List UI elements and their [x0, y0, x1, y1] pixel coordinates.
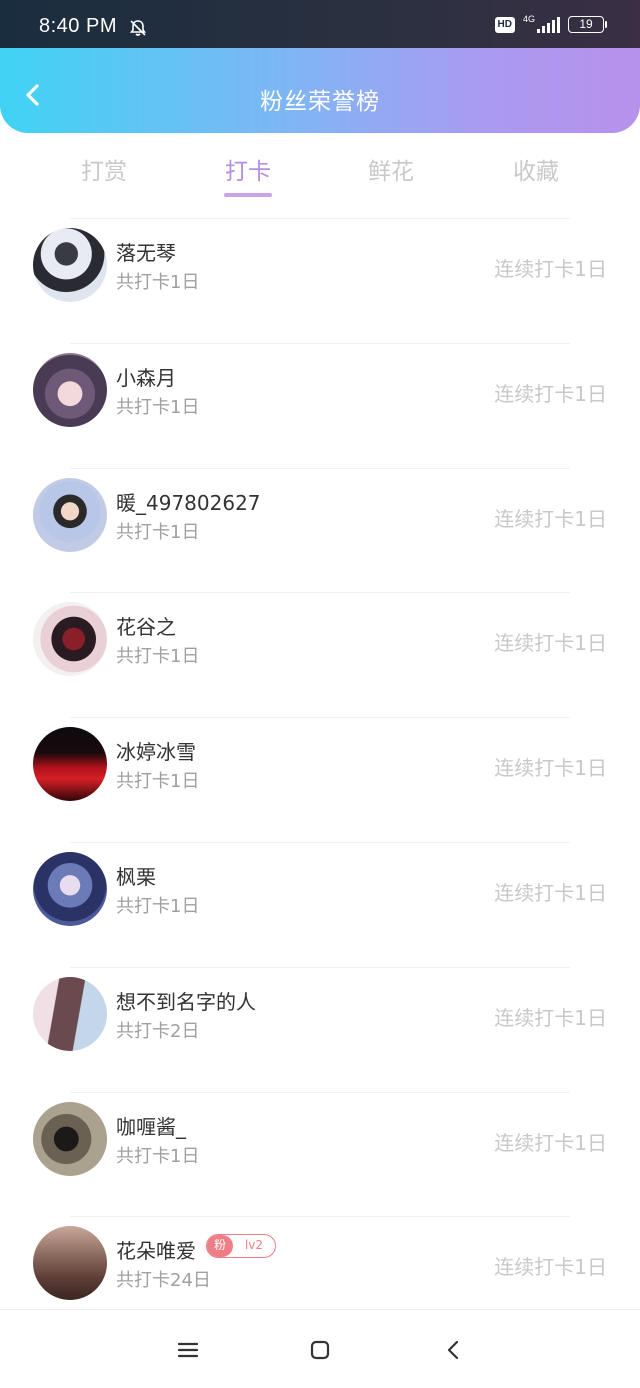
total-checkins: 共打卡1日	[116, 646, 200, 668]
streak-checkins: 连续打卡1日	[494, 1255, 607, 1280]
fan-level-badge: 粉 lv2	[206, 1234, 276, 1259]
streak-checkins: 连续打卡1日	[494, 257, 607, 281]
streak-checkins: 连续打卡1日	[494, 381, 607, 406]
list-item[interactable]: 落无琴 共打卡1日 连续打卡1日	[0, 218, 640, 343]
avatar[interactable]	[33, 851, 107, 926]
user-name: 落无琴	[116, 241, 176, 265]
status-bar: 8:40 PM HD 4G 19	[0, 0, 640, 48]
avatar[interactable]	[33, 352, 107, 427]
total-checkins: 共打卡1日	[116, 771, 200, 793]
user-name: 花朵唯爱	[116, 1239, 196, 1264]
status-time: 8:40 PM	[39, 15, 117, 37]
user-name: 小森月	[116, 365, 176, 390]
signal-icon	[537, 16, 560, 33]
tab-favorites[interactable]: 收藏	[486, 152, 586, 186]
avatar[interactable]	[33, 727, 107, 802]
total-checkins: 共打卡24日	[116, 1270, 211, 1292]
streak-checkins: 连续打卡1日	[494, 1130, 607, 1155]
streak-checkins: 连续打卡1日	[494, 631, 607, 656]
divider	[70, 841, 570, 843]
bell-off-icon	[129, 20, 147, 36]
tab-flowers[interactable]: 鲜花	[341, 152, 441, 186]
streak-checkins: 连续打卡1日	[494, 756, 607, 781]
avatar[interactable]	[33, 477, 107, 552]
tab-checkin[interactable]: 打卡	[198, 152, 298, 186]
active-tab-indicator	[224, 193, 272, 197]
streak-checkins: 连续打卡1日	[494, 880, 607, 905]
divider	[70, 592, 570, 594]
fan-badge-level: lv2	[244, 1238, 264, 1253]
divider	[70, 342, 570, 344]
streak-checkins: 连续打卡1日	[494, 1005, 607, 1030]
list-item[interactable]: 咖喱酱_ 共打卡1日 连续打卡1日	[0, 1091, 640, 1217]
divider	[70, 966, 570, 968]
tab-bar: 打赏 打卡 鲜花 收藏	[0, 148, 640, 204]
avatar[interactable]	[33, 228, 107, 302]
home-square-icon[interactable]	[308, 1338, 332, 1362]
divider	[70, 218, 570, 219]
back-chevron-icon[interactable]	[442, 1338, 466, 1362]
user-name: 花谷之	[116, 615, 176, 640]
divider	[70, 1091, 570, 1093]
fan-list: 落无琴 共打卡1日 连续打卡1日 小森月 共打卡1日 连续打卡1日 暖_4978…	[0, 218, 640, 1341]
list-item[interactable]: 冰婷冰雪 共打卡1日 连续打卡1日	[0, 717, 640, 842]
avatar[interactable]	[33, 602, 107, 677]
hd-badge: HD	[494, 16, 515, 33]
total-checkins: 共打卡1日	[116, 272, 200, 293]
battery-icon: 19	[568, 16, 607, 33]
avatar[interactable]	[33, 976, 107, 1051]
fan-badge-label: 粉	[207, 1235, 233, 1258]
user-name: 枫栗	[116, 864, 156, 889]
total-checkins: 共打卡2日	[116, 1020, 200, 1042]
divider	[70, 1216, 570, 1218]
menu-icon[interactable]	[176, 1338, 200, 1362]
user-name: 想不到名字的人	[116, 989, 256, 1014]
divider	[70, 467, 570, 469]
avatar[interactable]	[33, 1226, 107, 1301]
system-nav-bar	[0, 1309, 640, 1388]
list-item[interactable]: 花谷之 共打卡1日 连续打卡1日	[0, 592, 640, 717]
total-checkins: 共打卡1日	[116, 1145, 200, 1167]
total-checkins: 共打卡1日	[116, 895, 200, 917]
user-name: 暖_497802627	[116, 490, 261, 515]
divider	[70, 717, 570, 719]
list-item[interactable]: 小森月 共打卡1日 连续打卡1日	[0, 342, 640, 468]
list-item[interactable]: 枫栗 共打卡1日 连续打卡1日	[0, 841, 640, 967]
tab-tip[interactable]: 打赏	[54, 152, 154, 186]
total-checkins: 共打卡1日	[116, 521, 200, 543]
page-title: 粉丝荣誉榜	[260, 89, 380, 115]
streak-checkins: 连续打卡1日	[494, 506, 607, 531]
avatar[interactable]	[33, 1101, 107, 1176]
list-item[interactable]: 想不到名字的人 共打卡2日 连续打卡1日	[0, 966, 640, 1092]
user-name: 冰婷冰雪	[116, 740, 196, 765]
user-name: 咖喱酱_	[116, 1114, 186, 1139]
list-item[interactable]: 暖_497802627 共打卡1日 连续打卡1日	[0, 467, 640, 593]
total-checkins: 共打卡1日	[116, 396, 200, 418]
network-type: 4G	[522, 13, 535, 24]
